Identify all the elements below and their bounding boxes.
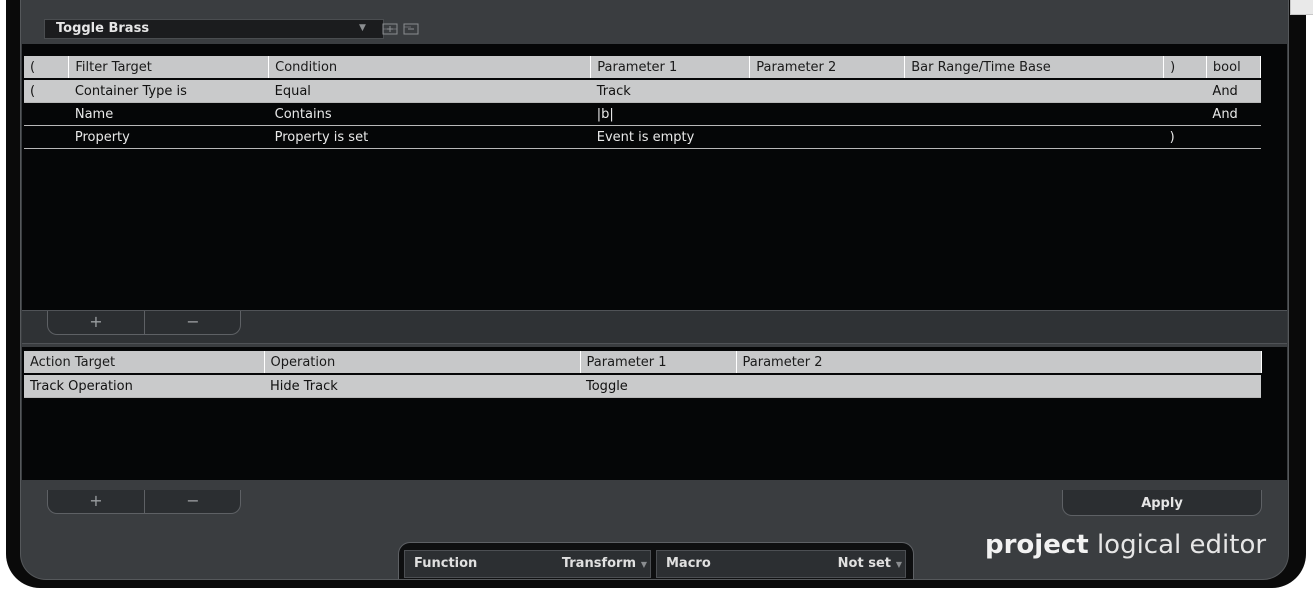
cell-bool[interactable]: And [1206,80,1261,103]
remove-preset-icon[interactable] [403,22,419,36]
filter-header-row: ( Filter Target Condition Parameter 1 Pa… [24,56,1262,78]
function-selector[interactable]: Function Transform ▼ [404,550,651,578]
preset-selector[interactable]: Toggle Brass ▼ [44,19,419,39]
cell-parameter-1[interactable]: Toggle [580,375,736,398]
col-operation[interactable]: Operation [264,351,581,373]
col-parameter-1[interactable]: Parameter 1 [580,351,737,373]
function-macro-bar: Function Transform ▼ Macro Not set ▼ [398,542,914,579]
chevron-down-icon: ▼ [895,560,902,569]
cell-open-bracket[interactable]: ( [24,80,69,103]
cell-action-target[interactable]: Track Operation [24,375,264,398]
action-table: Action Target Operation Parameter 1 Para… [24,351,1262,398]
dropdown-arrow-icon[interactable]: ▼ [359,23,366,33]
macro-label: Macro [666,556,711,571]
remove-action-button[interactable]: − [145,490,241,513]
cell-condition[interactable]: Property is set [268,125,591,149]
filter-row[interactable]: Name Contains |b| And [24,102,1261,126]
cell-parameter-1[interactable]: |b| [590,102,750,126]
cell-bar-range[interactable] [904,102,1164,126]
cell-parameter-1[interactable]: Event is empty [590,125,750,149]
function-value: Transform [561,556,636,571]
col-parameter-2[interactable]: Parameter 2 [749,56,906,78]
cell-bar-range[interactable] [904,125,1164,149]
macro-selector[interactable]: Macro Not set ▼ [656,550,906,578]
filter-table: ( Filter Target Condition Parameter 1 Pa… [24,56,1262,149]
action-header-row: Action Target Operation Parameter 1 Para… [24,351,1262,373]
cell-parameter-1[interactable]: Track [590,80,750,103]
cell-bool[interactable] [1206,125,1261,149]
col-filter-target[interactable]: Filter Target [68,56,270,78]
cell-close-bracket[interactable] [1163,102,1207,126]
cell-filter-target[interactable]: Property [68,125,269,149]
cell-filter-target[interactable]: Name [68,102,269,126]
col-close-bracket[interactable]: ) [1163,56,1207,78]
col-action-target[interactable]: Action Target [24,351,265,373]
cell-open-bracket[interactable] [24,125,69,149]
col-bool[interactable]: bool [1206,56,1262,78]
add-filter-button[interactable]: + [48,311,145,334]
brand-bold: project [985,530,1089,560]
cell-parameter-2[interactable] [736,375,1261,398]
cell-parameter-2[interactable] [749,102,905,126]
action-row[interactable]: Track Operation Hide Track Toggle [24,375,1261,398]
project-logical-editor-window: Toggle Brass ▼ ( Filter Target Condition… [0,0,1313,591]
chevron-down-icon: ▼ [640,560,647,569]
brand-logo: project logical editor [985,530,1266,560]
cell-parameter-2[interactable] [749,80,905,103]
filter-row[interactable]: Property Property is set Event is empty … [24,125,1261,149]
preset-name: Toggle Brass [56,21,150,36]
add-action-button[interactable]: + [48,490,145,513]
function-label: Function [414,556,478,571]
cell-close-bracket[interactable]: ) [1163,125,1207,149]
filter-row[interactable]: ( Container Type is Equal Track And [24,80,1261,103]
cell-condition[interactable]: Contains [268,102,591,126]
action-add-remove: + − [47,490,241,514]
cell-operation[interactable]: Hide Track [264,375,580,398]
cell-parameter-2[interactable] [749,125,905,149]
cell-close-bracket[interactable] [1163,80,1207,103]
cell-condition[interactable]: Equal [268,80,591,103]
store-preset-icon[interactable] [382,22,398,36]
cell-bar-range[interactable] [904,80,1164,103]
remove-filter-button[interactable]: − [145,311,241,334]
macro-value: Not set [837,556,891,571]
apply-button[interactable]: Apply [1062,490,1262,516]
col-parameter-2[interactable]: Parameter 2 [736,351,1262,373]
col-parameter-1[interactable]: Parameter 1 [590,56,751,78]
col-bar-range[interactable]: Bar Range/Time Base [904,56,1165,78]
corner-widget[interactable] [1290,0,1313,15]
cell-filter-target[interactable]: Container Type is [68,80,269,103]
filter-add-remove: + − [47,311,241,335]
brand-rest: logical editor [1088,530,1267,560]
col-open-bracket[interactable]: ( [24,56,70,78]
cell-open-bracket[interactable] [24,102,69,126]
cell-bool[interactable]: And [1206,102,1261,126]
col-condition[interactable]: Condition [268,56,592,78]
